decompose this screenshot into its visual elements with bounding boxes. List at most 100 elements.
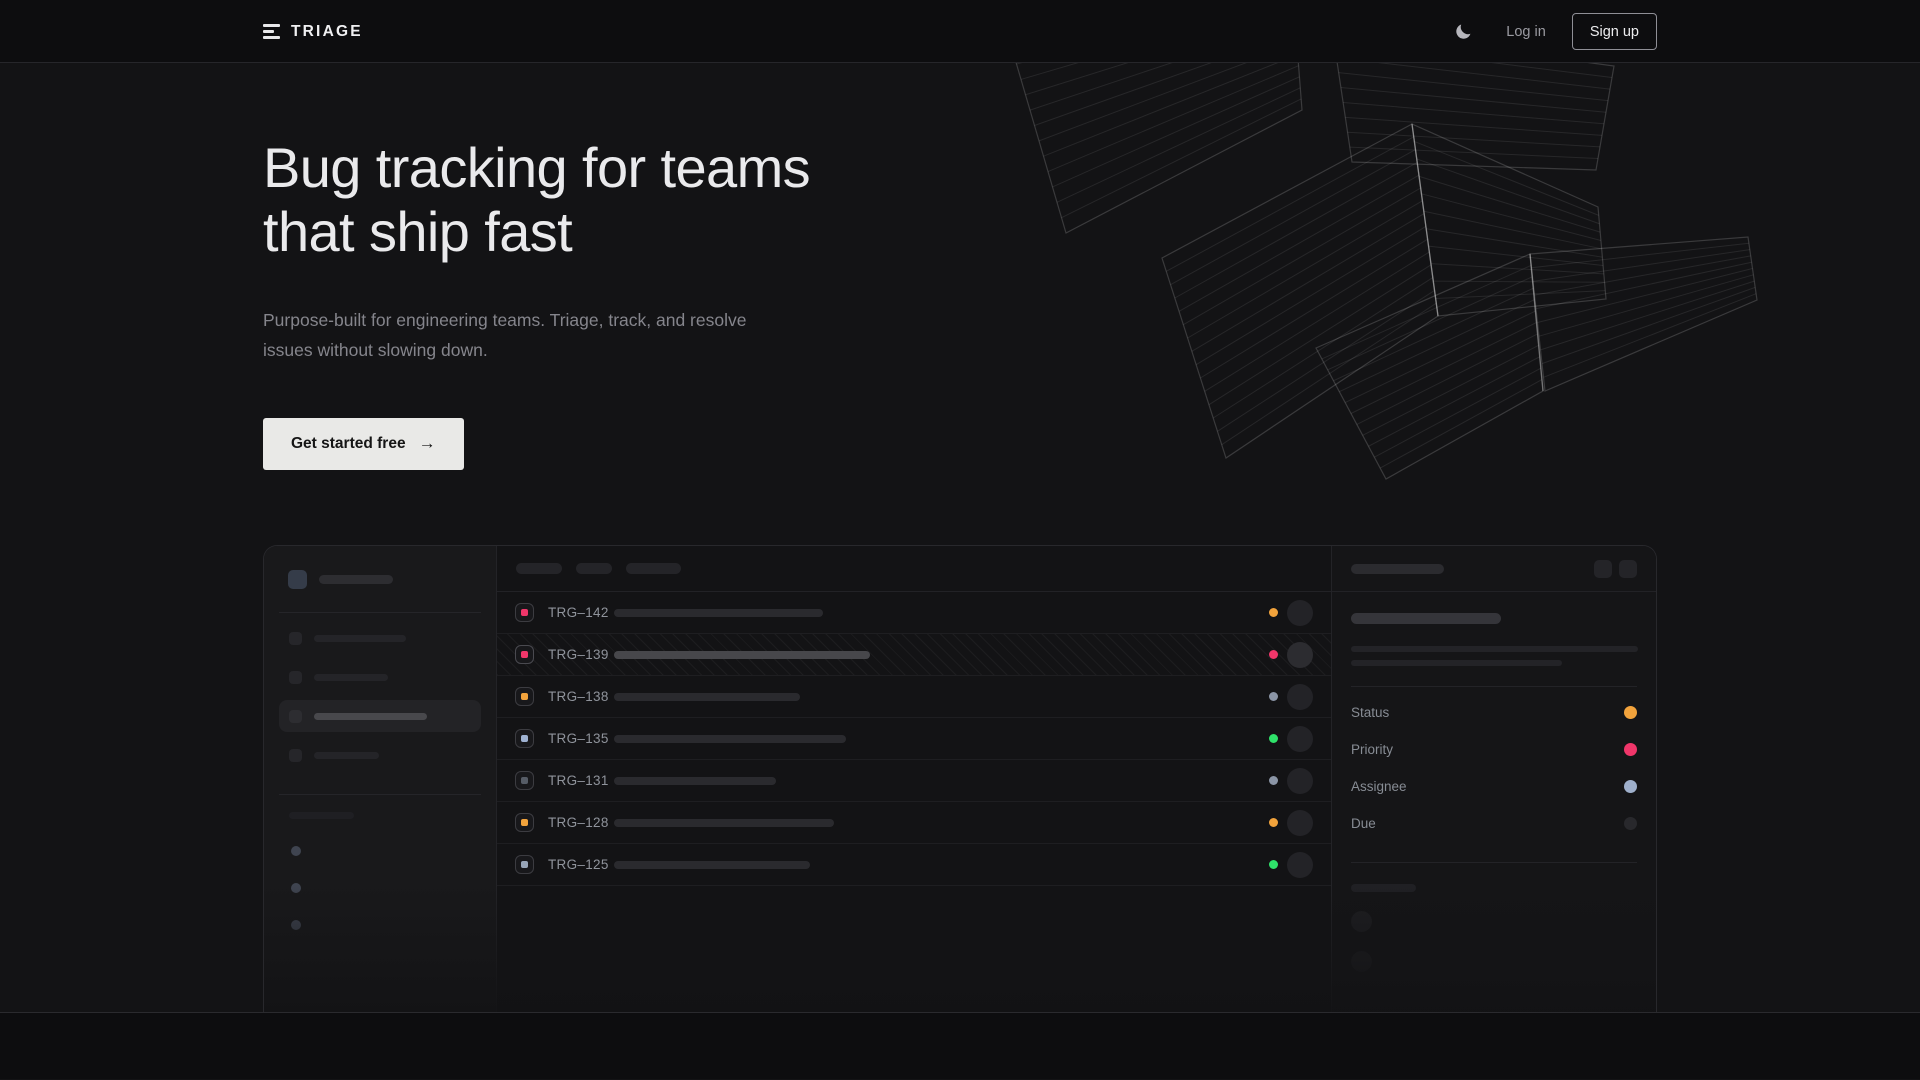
- issue-title-skeleton: [614, 693, 800, 701]
- brand-name: TRIAGE: [291, 23, 363, 41]
- arrow-right-icon: →: [419, 434, 436, 454]
- comment-avatar: [1351, 911, 1372, 932]
- nav-icon-placeholder: [289, 671, 302, 684]
- nav-icon-placeholder: [289, 632, 302, 645]
- divider: [1351, 862, 1637, 863]
- issue-type-icon: [515, 771, 534, 790]
- property-row: Due: [1351, 805, 1637, 842]
- site-header: TRIAGE Log in Sign up: [0, 0, 1920, 63]
- property-label: Status: [1351, 705, 1389, 720]
- assignee-avatar: [1287, 642, 1313, 668]
- status-dot: [1269, 608, 1278, 617]
- issue-title-skeleton: [614, 819, 834, 827]
- issue-row: TRG–131: [497, 760, 1331, 802]
- site-footer: [0, 1013, 1920, 1079]
- property-label: Assignee: [1351, 779, 1407, 794]
- property-list: Status Priority Assignee Due: [1351, 694, 1637, 842]
- issue-title-skeleton: [614, 777, 776, 785]
- status-dot: [1269, 650, 1278, 659]
- nav-label-skeleton: [314, 713, 427, 720]
- property-row: Priority: [1351, 731, 1637, 768]
- status-dot: [1269, 860, 1278, 869]
- detail-action-placeholder: [1594, 560, 1612, 578]
- sidebar-dot: [291, 883, 301, 893]
- tab-skeleton: [576, 563, 612, 574]
- cta-label: Get started free: [291, 435, 406, 453]
- triage-logo-icon: [263, 24, 280, 39]
- title-line-1: Bug tracking for teams: [263, 136, 1657, 200]
- theme-toggle-button[interactable]: [1446, 15, 1480, 49]
- assignee-avatar: [1287, 684, 1313, 710]
- property-row: Assignee: [1351, 768, 1637, 805]
- status-dot: [1269, 692, 1278, 701]
- workspace-row: [279, 570, 481, 589]
- issue-id: TRG–125: [548, 857, 614, 872]
- issue-type-icon: [515, 645, 534, 664]
- nav-icon-placeholder: [289, 710, 302, 723]
- divider: [279, 794, 481, 795]
- issue-type-icon: [515, 855, 534, 874]
- detail-text-skeleton: [1351, 646, 1638, 652]
- issue-row: TRG–135: [497, 718, 1331, 760]
- detail-header: [1332, 546, 1656, 592]
- sidebar-dot: [291, 846, 301, 856]
- property-value-dot: [1624, 706, 1637, 719]
- detail-title-skeleton: [1351, 613, 1501, 624]
- issue-title-skeleton: [614, 651, 870, 659]
- issue-type-icon: [515, 729, 534, 748]
- issue-id: TRG–138: [548, 689, 614, 704]
- mockup-sidebar: [264, 546, 497, 1013]
- issue-id: TRG–139: [548, 647, 614, 662]
- workspace-name-skeleton: [319, 575, 393, 584]
- sidebar-nav-item: [279, 661, 481, 693]
- property-value-dot: [1624, 780, 1637, 793]
- login-link[interactable]: Log in: [1506, 24, 1546, 40]
- app-mockup-card: TRG–142 TRG–139 TRG–138 TRG–135 TRG–131 TRG–1…: [263, 545, 1657, 1013]
- status-dot: [1269, 776, 1278, 785]
- tab-skeleton: [626, 563, 681, 574]
- signup-button[interactable]: Sign up: [1572, 13, 1657, 50]
- title-line-2: that ship fast: [263, 200, 1657, 264]
- nav-label-skeleton: [314, 635, 406, 642]
- sidebar-nav-item-active: [279, 700, 481, 732]
- page-title: Bug tracking for teams that ship fast: [263, 136, 1657, 264]
- assignee-avatar: [1287, 768, 1313, 794]
- issue-row: TRG–128: [497, 802, 1331, 844]
- assignee-avatar: [1287, 726, 1313, 752]
- hero-subtitle: Purpose-built for engineering teams. Tri…: [263, 305, 749, 365]
- comments-label-skeleton: [1351, 884, 1416, 892]
- assignee-avatar: [1287, 852, 1313, 878]
- issue-row: TRG–139: [497, 634, 1331, 676]
- mockup-issue-list-pane: TRG–142 TRG–139 TRG–138 TRG–135 TRG–131 TRG–1…: [497, 546, 1331, 1013]
- status-dot: [1269, 818, 1278, 827]
- detail-action-placeholder: [1619, 560, 1637, 578]
- issue-id: TRG–128: [548, 815, 614, 830]
- mockup-detail-panel: Status Priority Assignee Due: [1331, 546, 1656, 1013]
- divider: [1351, 686, 1637, 687]
- comment-avatar: [1351, 951, 1372, 972]
- issue-id: TRG–135: [548, 731, 614, 746]
- issue-row: TRG–138: [497, 676, 1331, 718]
- property-value-dot: [1624, 743, 1637, 756]
- issue-id: TRG–142: [548, 605, 614, 620]
- hero-section: Bug tracking for teams that ship fast Pu…: [0, 63, 1920, 1013]
- issue-row: TRG–142: [497, 592, 1331, 634]
- property-label: Due: [1351, 816, 1376, 831]
- nav-label-skeleton: [314, 752, 379, 759]
- brand-logo[interactable]: TRIAGE: [263, 23, 363, 41]
- detail-text-skeleton: [1351, 660, 1562, 666]
- workspace-avatar: [288, 570, 307, 589]
- moon-icon: [1454, 22, 1473, 41]
- get-started-button[interactable]: Get started free →: [263, 418, 464, 470]
- sidebar-nav-item: [279, 739, 481, 771]
- property-row: Status: [1351, 694, 1637, 731]
- issue-type-icon: [515, 603, 534, 622]
- list-header: [497, 546, 1331, 592]
- nav-label-skeleton: [314, 674, 388, 681]
- issue-title-skeleton: [614, 609, 823, 617]
- assignee-avatar: [1287, 600, 1313, 626]
- section-label-skeleton: [289, 812, 354, 819]
- issue-title-skeleton: [614, 861, 810, 869]
- sidebar-dot: [291, 920, 301, 930]
- divider: [279, 612, 481, 613]
